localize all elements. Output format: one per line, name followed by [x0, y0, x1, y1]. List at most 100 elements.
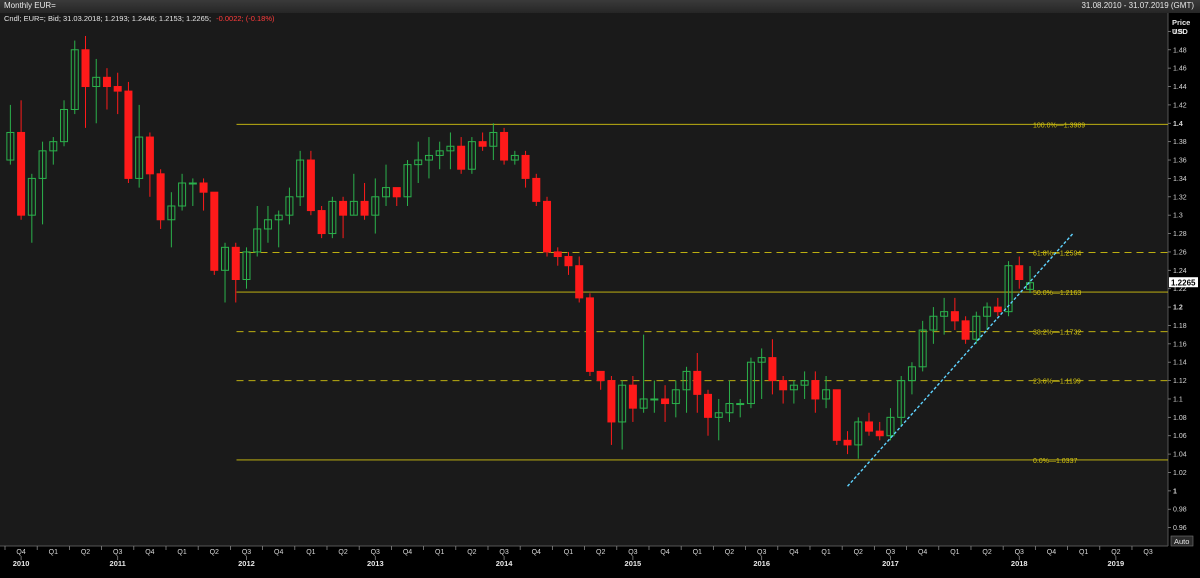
candle-body [102, 76, 111, 88]
candle-body [521, 154, 530, 179]
quarter-label: Q4 [532, 549, 541, 556]
fib-level-label: 23.6%—1.1199 [1033, 379, 1081, 386]
legend-text: Cndl; EUR=; Bid; 31.03.2018; 1.2193; 1.2… [4, 14, 275, 23]
price-tick-label: 1.34 [1173, 176, 1187, 183]
candle-body [704, 393, 713, 418]
candle-body [124, 90, 133, 179]
quarter-label: Q1 [1079, 549, 1088, 556]
candle-body [231, 246, 240, 281]
quarter-label: Q3 [113, 549, 122, 556]
quarter-label: Q2 [1111, 549, 1120, 556]
candle [317, 205, 326, 239]
year-label: 2017 [882, 559, 899, 568]
candle-body [575, 265, 584, 299]
candle-body [317, 210, 326, 235]
year-label: 2013 [367, 559, 384, 568]
candle-body [145, 136, 154, 175]
price-tick-label: 1.46 [1173, 66, 1187, 73]
auto-button[interactable]: Auto [1170, 535, 1194, 547]
candle-body [457, 145, 466, 170]
candle-body [543, 200, 552, 253]
year-label: 2011 [110, 559, 126, 568]
quarter-label: Q4 [660, 549, 669, 556]
quarter-label: Q2 [725, 549, 734, 556]
quarter-label: Q4 [918, 549, 927, 556]
candle-body [553, 251, 562, 258]
quarter-label: Q3 [757, 549, 766, 556]
year-label: 2014 [496, 559, 514, 568]
candle-body [768, 357, 777, 382]
fib-level-label: 50.0%—1.2163 [1033, 290, 1081, 297]
window-title-bar: Monthly EUR= 31.08.2010 - 31.07.2019 (GM… [0, 0, 1200, 14]
quarter-label: Q4 [274, 549, 283, 556]
time-axis[interactable]: Q4 2010 Q1 Q2 Q3 2011 Q4 Q1 Q2 Q3 2012 Q4 Q1 Q2 Q3 2013… [0, 545, 1200, 578]
quarter-label: Q4 [789, 549, 798, 556]
candle-body [843, 439, 852, 446]
fib-level-label: 0.0%—1.0337 [1033, 458, 1077, 465]
candle [961, 316, 970, 344]
year-label: 2012 [238, 559, 255, 568]
price-tick-label: 1.14 [1173, 360, 1187, 367]
window-title: Monthly EUR= [4, 1, 56, 10]
quarter-label: Q2 [596, 549, 605, 556]
quarter-label: Q1 [693, 549, 702, 556]
price-tick-label: 1.42 [1173, 102, 1187, 109]
price-tick-label: 0.96 [1173, 525, 1187, 532]
candle-body [779, 380, 788, 391]
price-tick-label: 1.36 [1173, 158, 1187, 165]
quarter-label: Q4 [1047, 549, 1056, 556]
quarter-label: Q3 [1143, 549, 1152, 556]
price-tick-label: 1.4 [1173, 121, 1183, 128]
candle-body [993, 306, 1002, 313]
currency-label: USD [1172, 27, 1188, 36]
candle-body [564, 256, 573, 267]
candle-body [693, 370, 702, 395]
price-tick-label: 1.18 [1173, 323, 1187, 330]
quarter-label: Q1 [306, 549, 315, 556]
candle [543, 196, 552, 257]
candle [210, 191, 219, 275]
candle-body [811, 380, 820, 400]
quarter-label: Q2 [854, 549, 863, 556]
quarter-label: Q3 [886, 549, 895, 556]
quarter-label: Q4 [145, 549, 154, 556]
candle [124, 81, 133, 184]
candle-body [1015, 265, 1024, 280]
price-tick-label: 1.02 [1173, 470, 1187, 477]
year-label: 2010 [13, 559, 30, 568]
price-axis-title: Price [1172, 18, 1190, 27]
candle [500, 127, 509, 165]
price-tick-label: 1.2 [1173, 305, 1183, 312]
candle-body [875, 430, 884, 437]
quarter-label: Q3 [242, 549, 251, 556]
candle-body [210, 191, 219, 271]
price-tick-label: 1.44 [1173, 84, 1187, 91]
candle-body [950, 311, 959, 322]
candle-body [532, 177, 541, 202]
price-tick-label: 1.28 [1173, 231, 1187, 238]
candle-body [628, 384, 637, 409]
quarter-label: Q3 [371, 549, 380, 556]
candle-body [650, 398, 659, 401]
last-price-value: 1.2265 [1171, 279, 1196, 288]
candle [832, 389, 841, 445]
candle-body [339, 200, 348, 216]
quarter-label: Q2 [210, 549, 219, 556]
price-tick-label: 1.06 [1173, 433, 1187, 440]
candle-body [661, 398, 670, 405]
candlestick-chart[interactable]: 100.0%—1.3989 61.8%—1.2594 50.0%—1.2163 38.… [0, 13, 1200, 578]
candle-body [478, 141, 487, 147]
candle [156, 169, 165, 229]
quarter-label: Q3 [628, 549, 637, 556]
fib-level-label: 61.8%—1.2594 [1033, 250, 1081, 257]
price-tick-label: 1.08 [1173, 415, 1187, 422]
last-price-tag: 1.2265 [1169, 277, 1198, 288]
quarter-label: Q1 [435, 549, 444, 556]
candle-body [832, 389, 841, 441]
legend-change: -0.0022; (-0.18%) [216, 14, 275, 23]
quarter-label: Q1 [564, 549, 573, 556]
quarter-label: Q1 [49, 549, 58, 556]
plot-area [0, 13, 1168, 546]
candle-body [865, 421, 874, 432]
candle-body [188, 182, 197, 185]
